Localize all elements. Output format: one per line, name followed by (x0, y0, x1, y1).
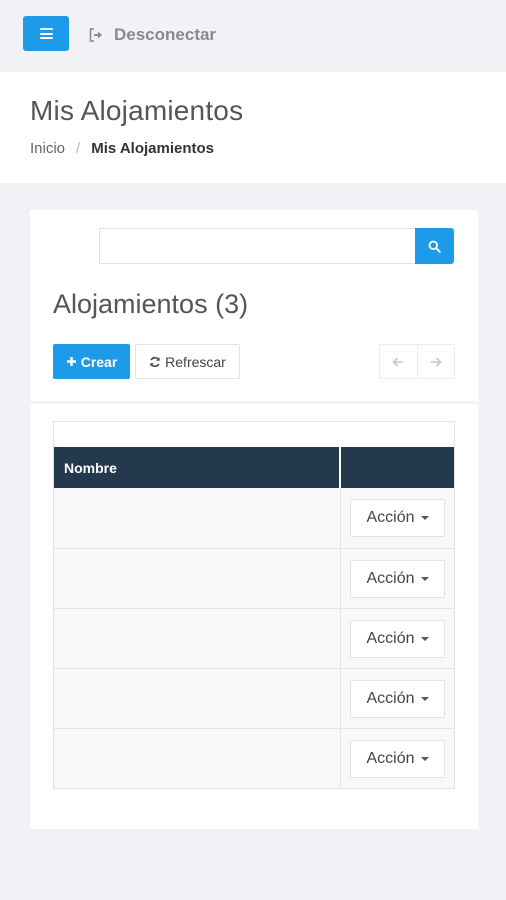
breadcrumb-item-home[interactable]: Inicio (30, 140, 65, 157)
cell-name (54, 609, 341, 668)
caret-down-icon (420, 636, 429, 641)
create-button[interactable]: Crear (53, 344, 130, 379)
next-page-button[interactable] (416, 345, 455, 378)
menu-toggle-button[interactable] (23, 16, 69, 51)
action-label: Acción (366, 749, 415, 767)
top-bar: Desconectar (0, 0, 506, 72)
refresh-button[interactable]: Refrescar (135, 344, 240, 379)
breadcrumb: Inicio / Mis Alojamientos (30, 140, 214, 157)
table-body: Acción Acción Acción Acción Acción (54, 488, 454, 788)
pagination (379, 344, 455, 379)
action-dropdown-button[interactable]: Acción (350, 559, 445, 598)
action-label: Acción (366, 629, 415, 647)
arrow-right-icon (430, 356, 442, 367)
action-label: Acción (366, 509, 415, 526)
cell-action: Acción (341, 549, 454, 608)
table-row: Acción (54, 548, 454, 608)
arrow-left-icon (392, 356, 404, 367)
create-label: Crear (80, 353, 118, 370)
logout-label: Desconectar (114, 25, 217, 44)
search-button[interactable] (415, 228, 454, 264)
table-row: Acción (54, 668, 454, 728)
cell-name (54, 669, 341, 728)
logout-link[interactable]: Desconectar (88, 24, 216, 46)
table-row: Acción (54, 728, 454, 788)
breadcrumb-item-current: Mis Alojamientos (91, 140, 215, 157)
caret-down-icon (420, 756, 429, 761)
cell-name (54, 549, 341, 608)
action-label: Acción (366, 569, 415, 587)
hamburger-icon (39, 28, 53, 39)
action-dropdown-button[interactable]: Acción (350, 619, 445, 658)
cell-action: Acción (341, 729, 454, 788)
column-header-name[interactable]: Nombre (54, 447, 341, 488)
action-dropdown-button[interactable]: Acción (350, 679, 445, 718)
search-input[interactable] (99, 228, 415, 264)
cell-action: Acción (341, 609, 454, 668)
cell-action: Acción (341, 669, 454, 728)
caret-down-icon (420, 696, 429, 701)
breadcrumb-separator: / (76, 140, 81, 157)
table-row: Acción (54, 488, 454, 548)
action-dropdown-button[interactable]: Acción (350, 739, 445, 778)
refresh-icon (150, 356, 160, 367)
search-icon (428, 240, 441, 253)
page-header: Mis Alojamientos Inicio / Mis Alojamient… (0, 72, 506, 183)
cell-name (54, 488, 341, 548)
refresh-label: Refrescar (165, 353, 226, 370)
previous-page-button[interactable] (380, 345, 417, 378)
caret-down-icon (420, 576, 429, 581)
data-table: Nombre Acción Acción Acción Acción Acció… (53, 421, 455, 789)
page-title: Mis Alojamientos (30, 95, 244, 126)
section-title: Alojamientos (3) (53, 289, 249, 319)
cell-action: Acción (341, 488, 454, 548)
cell-name (54, 729, 341, 788)
column-header-actions (341, 447, 454, 488)
sign-out-icon (89, 28, 102, 42)
action-dropdown-button[interactable]: Acción (350, 499, 445, 537)
plus-icon (66, 357, 76, 366)
action-label: Acción (366, 689, 415, 707)
caret-down-icon (420, 516, 429, 520)
table-row: Acción (54, 608, 454, 668)
search-bar (99, 228, 454, 264)
divider (30, 401, 478, 404)
content-card: Alojamientos (3) Crear Refrescar Nombre … (30, 210, 478, 829)
table-header: Nombre (54, 447, 454, 488)
